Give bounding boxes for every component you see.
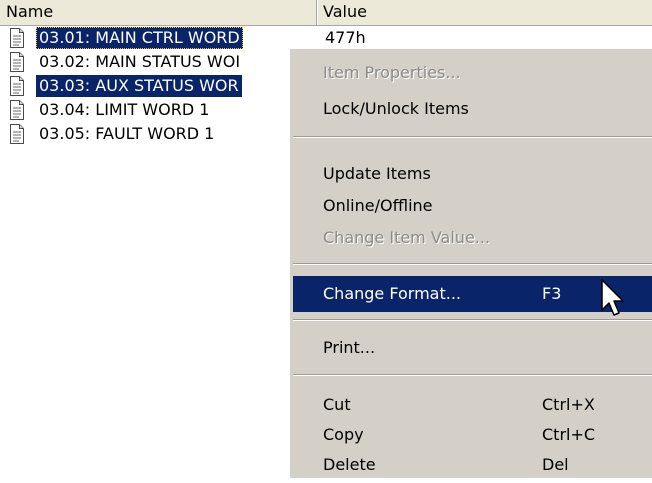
item-name: 03.03: AUX STATUS WOR xyxy=(36,75,242,97)
menu-item-label: Copy xyxy=(323,425,364,444)
list-item[interactable]: 03.05: FAULT WORD 1 xyxy=(0,122,317,146)
menu-item-change-format[interactable]: Change Format... F3 xyxy=(293,276,652,312)
list-header: Name Value xyxy=(0,0,652,26)
menu-item-label: Delete xyxy=(323,455,376,474)
menu-item-item-properties: Item Properties... xyxy=(293,55,652,91)
list-item[interactable]: 03.01: MAIN CTRL WORD xyxy=(0,26,317,50)
document-icon xyxy=(10,28,24,48)
menu-item-label: Cut xyxy=(323,395,351,414)
menu-item-online-offline[interactable]: Online/Offline xyxy=(293,188,652,224)
item-name: 03.01: MAIN CTRL WORD xyxy=(36,27,243,49)
item-name: 03.05: FAULT WORD 1 xyxy=(39,124,215,143)
menu-separator xyxy=(293,263,652,265)
menu-item-print[interactable]: Print... xyxy=(293,330,652,366)
mouse-pointer-icon xyxy=(601,279,624,316)
menu-item-label: Change Item Value... xyxy=(323,228,491,247)
menu-item-label: Online/Offline xyxy=(323,196,433,215)
menu-item-lock-unlock[interactable]: Lock/Unlock Items xyxy=(293,91,652,127)
menu-item-label: Update Items xyxy=(323,164,431,183)
menu-item-update-items[interactable]: Update Items xyxy=(293,156,652,192)
document-icon xyxy=(10,52,24,72)
menu-separator xyxy=(293,319,652,321)
context-menu: Item Properties... Lock/Unlock Items Upd… xyxy=(289,48,652,478)
item-name: 03.02: MAIN STATUS WOI xyxy=(39,52,241,71)
menu-item-label: Change Format... xyxy=(323,284,461,303)
menu-item-shortcut: F3 xyxy=(542,284,562,303)
menu-item-label: Lock/Unlock Items xyxy=(323,99,469,118)
item-name: 03.04: LIMIT WORD 1 xyxy=(39,100,210,119)
menu-item-label: Print... xyxy=(323,338,376,357)
list-item[interactable]: 03.03: AUX STATUS WOR xyxy=(0,74,317,98)
menu-item-change-item-value: Change Item Value... xyxy=(293,220,652,256)
list-item[interactable]: 03.04: LIMIT WORD 1 xyxy=(0,98,317,122)
menu-separator xyxy=(293,136,652,138)
column-header-value[interactable]: Value xyxy=(317,0,652,25)
column-header-name[interactable]: Name xyxy=(0,0,317,25)
document-icon xyxy=(10,100,24,120)
menu-separator xyxy=(293,374,652,376)
document-icon xyxy=(10,124,24,144)
document-icon xyxy=(10,76,24,96)
list-item[interactable]: 03.02: MAIN STATUS WOI xyxy=(0,50,317,74)
menu-item-label: Item Properties... xyxy=(323,63,461,82)
item-value: 477h xyxy=(325,28,366,47)
